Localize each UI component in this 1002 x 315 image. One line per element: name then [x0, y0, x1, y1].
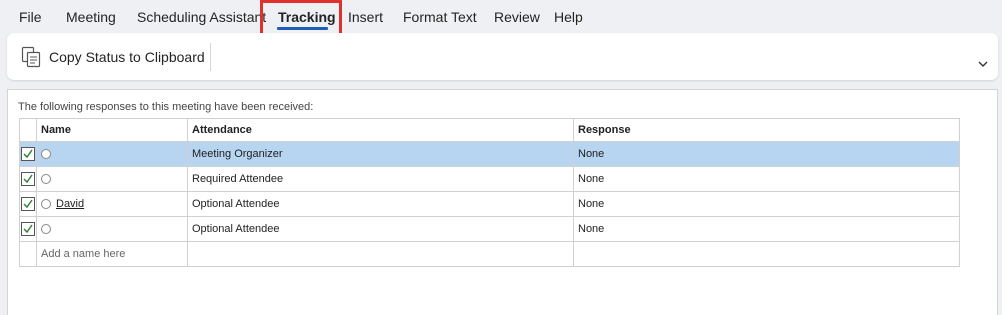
tab-insert[interactable]: Insert [348, 9, 383, 25]
attendee-checkbox[interactable] [21, 222, 35, 236]
tab-file[interactable]: File [19, 9, 42, 25]
clipboard-copy-icon [21, 46, 41, 68]
attendee-checkbox[interactable] [21, 147, 35, 161]
tab-scheduling-assistant[interactable]: Scheduling Assistant [137, 9, 266, 25]
checkmark-icon [23, 199, 33, 209]
attendance-cell[interactable]: Optional Attendee [187, 191, 574, 217]
header-attendance[interactable]: Attendance [187, 118, 574, 142]
status-icon [41, 174, 51, 185]
status-icon [41, 199, 51, 210]
response-cell: None [573, 191, 960, 217]
header-response[interactable]: Response [573, 118, 960, 142]
status-icon [41, 149, 51, 160]
copy-status-label: Copy Status to Clipboard [49, 49, 205, 65]
attendee-checkbox[interactable] [21, 197, 35, 211]
response-cell: None [573, 216, 960, 242]
tab-help[interactable]: Help [554, 9, 583, 25]
table-row[interactable]: David Optional Attendee None [19, 191, 960, 217]
checkmark-icon [23, 224, 33, 234]
ribbon-separator [210, 43, 211, 71]
status-icon [41, 224, 51, 235]
tracking-table: Name Attendance Response Meeting Organiz… [19, 118, 960, 267]
tab-format-text[interactable]: Format Text [403, 9, 477, 25]
table-row[interactable]: Required Attendee None [19, 166, 960, 192]
attendee-name[interactable]: David [56, 198, 84, 210]
table-row[interactable]: Meeting Organizer None [19, 141, 960, 167]
attendance-cell[interactable]: Required Attendee [187, 166, 574, 192]
add-name-input[interactable]: Add a name here [36, 241, 188, 267]
attendee-checkbox[interactable] [21, 172, 35, 186]
checkmark-icon [23, 149, 33, 159]
tab-meeting[interactable]: Meeting [66, 9, 116, 25]
attendance-cell[interactable]: Meeting Organizer [187, 141, 574, 167]
header-name[interactable]: Name [36, 118, 188, 142]
tab-highlight-box [260, 0, 342, 37]
attendance-cell[interactable]: Optional Attendee [187, 216, 574, 242]
chevron-down-icon[interactable] [976, 57, 990, 71]
ribbon-toolbar: Copy Status to Clipboard [7, 33, 998, 80]
copy-status-button[interactable]: Copy Status to Clipboard [21, 43, 205, 71]
table-header-row: Name Attendance Response [19, 118, 960, 142]
responses-message: The following responses to this meeting … [18, 101, 314, 113]
header-check-column [19, 118, 37, 142]
tracking-pane: The following responses to this meeting … [7, 89, 998, 315]
response-cell: None [573, 141, 960, 167]
ribbon-tabs: File Meeting Scheduling Assistant Tracki… [0, 0, 1002, 37]
table-row[interactable]: Optional Attendee None [19, 216, 960, 242]
tab-review[interactable]: Review [494, 9, 540, 25]
response-cell: None [573, 166, 960, 192]
add-attendee-row[interactable]: Add a name here [19, 241, 960, 267]
checkmark-icon [23, 174, 33, 184]
